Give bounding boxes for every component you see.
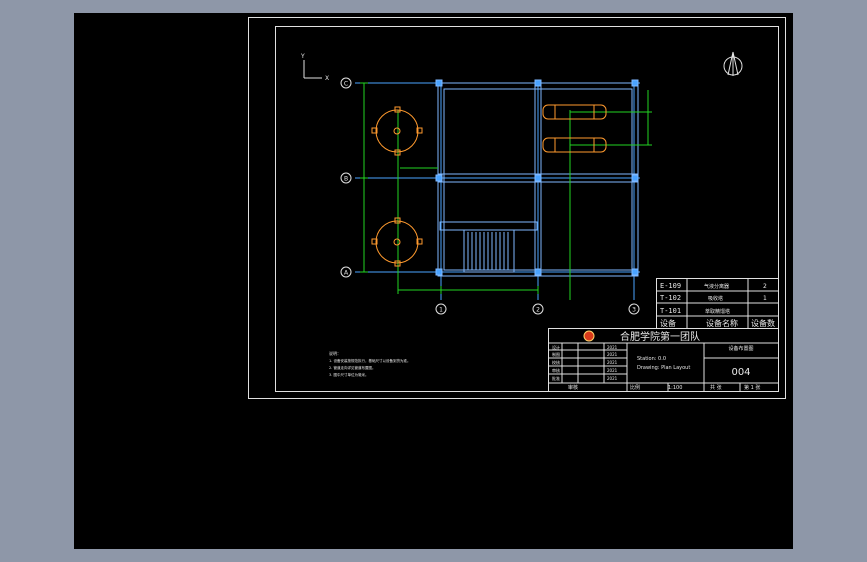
role-3: 校核: [552, 359, 560, 365]
date-5: 2021: [607, 376, 618, 381]
table-row-name: 吸收塔: [708, 295, 723, 302]
approver-label: 审核: [568, 384, 578, 391]
drawing-number: 004: [731, 367, 750, 378]
notes-line: 2. 管道走向详见管道布置图。: [329, 365, 375, 370]
logo-seal-icon: [583, 330, 595, 342]
date-2: 2021: [607, 352, 618, 357]
grid-label-a: A: [344, 270, 349, 277]
notes-line: 3. 图中尺寸单位为毫米。: [329, 372, 368, 377]
table-row-code: E-109: [660, 282, 681, 290]
scale-value: 1:100: [668, 385, 682, 391]
dimension-lines: [360, 82, 652, 300]
project-line-1: Station: 0.0: [637, 356, 666, 362]
title-block: 合肥学院第一团队 004 设备布置图 Station: 0.0 Drawing:…: [548, 328, 779, 392]
notes-line: 1. 设备安装按规范执行，基础尺寸以设备到货为准。: [329, 358, 410, 363]
date-4: 2021: [607, 368, 618, 373]
date-1: 2021: [607, 345, 618, 350]
organization-name: 合肥学院第一团队: [620, 330, 700, 343]
sheet-count: 共 张: [710, 384, 722, 391]
role-5: 批准: [552, 375, 560, 381]
table-row-qty: 1: [763, 295, 767, 302]
small-title: 设备布置图: [728, 345, 753, 352]
scale-label: 比例: [630, 384, 640, 391]
table-row-name: 气液分离器: [704, 283, 729, 290]
date-3: 2021: [607, 360, 618, 365]
grid-label-b: B: [344, 176, 348, 183]
role-1: 设计: [552, 344, 560, 350]
table-header-code: 设备: [660, 318, 676, 328]
sheet-number: 第 1 张: [744, 384, 760, 391]
grid-label-1: 1: [439, 307, 443, 314]
role-2: 制图: [552, 351, 560, 357]
north-arrow-icon: [723, 51, 743, 76]
cad-drawing: Y X C B A 1 2 3 E-109 气液分离器 2 T-102 吸收塔 …: [248, 17, 786, 399]
axis-x-label: X: [325, 75, 329, 82]
grid-label-c: C: [344, 81, 348, 88]
ucs-axis-icon: Y X: [300, 53, 329, 82]
notes-title: 说明：: [329, 350, 341, 356]
table-row-name: 萃取精馏塔: [705, 308, 730, 315]
table-header-qty: 设备数: [751, 318, 775, 328]
table-row-code: T-101: [660, 307, 681, 315]
drawing-notes: 说明： 1. 设备安装按规范执行，基础尺寸以设备到货为准。 2. 管道走向详见管…: [329, 350, 410, 377]
grid-label-3: 3: [632, 307, 636, 314]
storage-tanks: [371, 106, 423, 267]
role-4: 审核: [552, 367, 560, 373]
project-line-2: Drawing: Plan Layout: [637, 365, 690, 371]
table-row-code: T-102: [660, 294, 681, 302]
staircase: [439, 221, 538, 273]
table-header-name: 设备名称: [706, 318, 738, 328]
table-row-qty: 2: [763, 283, 767, 290]
equipment-table: E-109 气液分离器 2 T-102 吸收塔 1 T-101 萃取精馏塔 设备…: [656, 278, 779, 329]
grid-label-2: 2: [536, 307, 540, 314]
axis-y-label: Y: [300, 53, 305, 60]
